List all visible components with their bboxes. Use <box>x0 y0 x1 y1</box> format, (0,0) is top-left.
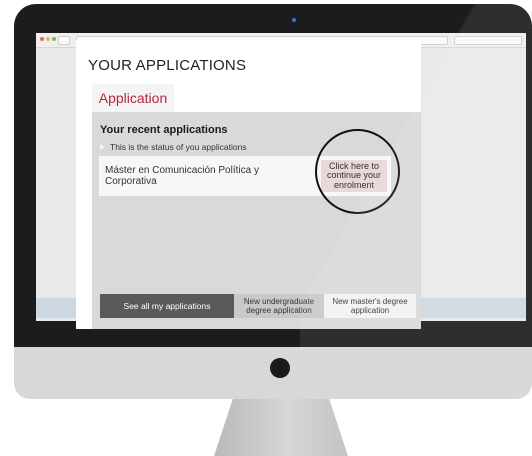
new-masters-application-button[interactable]: New master's degree application <box>324 294 416 318</box>
monitor-stand <box>214 399 348 456</box>
status-note: This is the status of you applications <box>100 142 247 152</box>
status-note-text: This is the status of you applications <box>110 142 247 152</box>
status-arrow-icon <box>100 144 105 150</box>
new-undergraduate-application-button[interactable]: New undergraduate degree application <box>234 294 324 318</box>
close-window-icon[interactable] <box>40 37 44 41</box>
see-all-applications-button[interactable]: See all my applications <box>100 294 234 318</box>
minimize-window-icon[interactable] <box>46 37 50 41</box>
browser-search-field[interactable] <box>454 36 522 45</box>
camera-icon <box>292 18 296 22</box>
page-title: YOUR APPLICATIONS <box>88 57 247 74</box>
home-button-icon <box>270 358 290 378</box>
nav-back-button[interactable] <box>58 36 70 45</box>
applications-page: YOUR APPLICATIONS Application Your recen… <box>76 40 421 329</box>
application-name: Máster en Comunicación Política y Corpor… <box>105 165 259 187</box>
tab-application[interactable]: Application <box>92 84 174 112</box>
action-buttons: See all my applications New undergraduat… <box>100 294 416 318</box>
highlight-circle <box>315 129 400 214</box>
maximize-window-icon[interactable] <box>52 37 56 41</box>
recent-applications-heading: Your recent applications <box>100 124 228 136</box>
